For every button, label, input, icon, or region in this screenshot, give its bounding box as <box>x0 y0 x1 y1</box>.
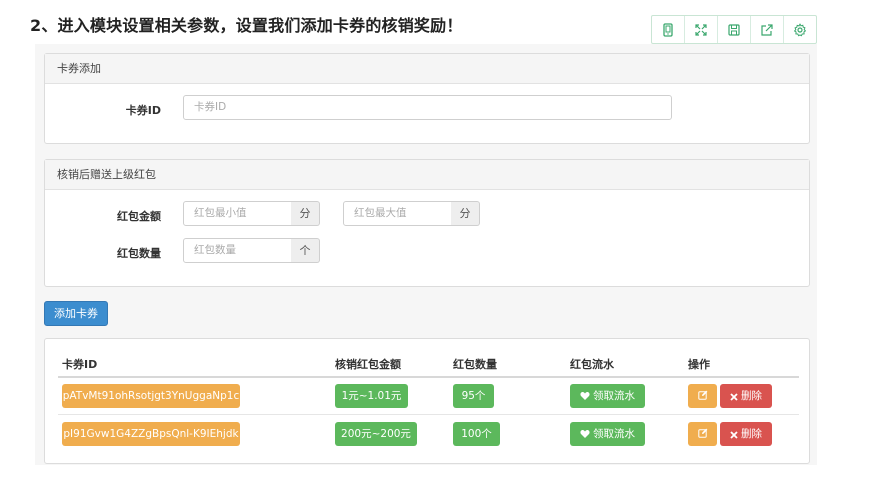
coupon-id-label: 卡券ID <box>125 104 161 117</box>
amount-label: 红包金额 <box>117 210 161 223</box>
column-header-actions: 操作 <box>688 358 710 371</box>
count-label: 红包数量 <box>117 247 161 260</box>
editor-toolbar <box>651 15 817 44</box>
table-header-divider <box>58 376 799 378</box>
count-input[interactable]: 红包数量 <box>183 238 292 263</box>
mobile-icon <box>663 22 673 37</box>
min-amount-input[interactable]: 红包最小值 <box>183 201 292 226</box>
settings-button[interactable] <box>784 16 816 43</box>
column-header-count: 红包数量 <box>453 358 497 371</box>
mobile-preview-button[interactable] <box>652 16 685 43</box>
delete-button[interactable]: 删除 <box>720 422 772 446</box>
delete-label: 删除 <box>741 428 762 440</box>
save-button[interactable] <box>718 16 751 43</box>
fullscreen-button[interactable] <box>685 16 718 43</box>
max-amount-input[interactable]: 红包最大值 <box>343 201 452 226</box>
heart-icon <box>580 430 590 438</box>
delete-label: 删除 <box>741 390 762 402</box>
column-header-coupon-id: 卡券ID <box>62 358 98 371</box>
coupon-id-input[interactable]: 卡券ID <box>183 95 672 120</box>
fullscreen-icon <box>695 23 707 36</box>
close-icon <box>730 393 738 401</box>
delete-button[interactable]: 删除 <box>720 384 772 408</box>
fen-unit-addon: 分 <box>451 201 480 226</box>
column-header-amount: 核销红包金额 <box>335 358 401 371</box>
fen-unit-addon: 分 <box>291 201 320 226</box>
share-button[interactable] <box>751 16 784 43</box>
amount-badge: 200元~200元 <box>335 422 417 446</box>
edit-button[interactable] <box>688 422 717 446</box>
column-header-flow: 红包流水 <box>570 358 614 371</box>
close-icon <box>730 431 738 439</box>
save-icon <box>728 23 740 36</box>
edit-icon <box>697 390 707 400</box>
settings-icon <box>793 22 807 36</box>
share-icon <box>761 23 773 36</box>
flow-label: 领取流水 <box>593 390 635 402</box>
amount-badge: 1元~1.01元 <box>335 384 408 408</box>
flow-button[interactable]: 领取流水 <box>570 384 645 408</box>
count-badge: 95个 <box>453 384 494 408</box>
edit-button[interactable] <box>688 384 717 408</box>
flow-button[interactable]: 领取流水 <box>570 422 645 446</box>
add-coupon-button[interactable]: 添加卡券 <box>44 301 108 326</box>
count-badge: 100个 <box>453 422 500 446</box>
table-row-divider <box>58 414 799 415</box>
panel-title: 核销后赠送上级红包 <box>45 160 809 190</box>
panel-title: 卡券添加 <box>45 54 809 84</box>
coupon-id-badge: pI91Gvw1G4ZZgBpsQnl-K9IEhjdk <box>62 422 240 446</box>
coupon-id-badge: pATvMt91ohRsotjgt3YnUggaNp1c <box>62 384 240 408</box>
edit-icon <box>697 428 707 438</box>
ge-unit-addon: 个 <box>291 238 320 263</box>
flow-label: 领取流水 <box>593 428 635 440</box>
heart-icon <box>580 392 590 400</box>
page-heading: 2、进入模块设置相关参数，设置我们添加卡券的核销奖励！ <box>30 16 463 35</box>
